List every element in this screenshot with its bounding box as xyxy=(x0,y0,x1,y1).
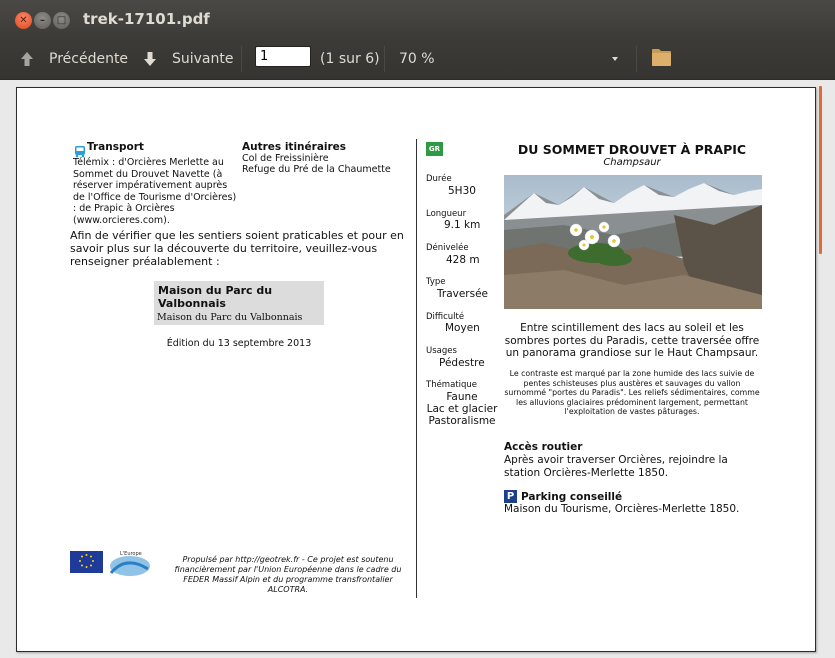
parking-icon: P xyxy=(504,490,517,503)
window-title: trek-17101.pdf xyxy=(83,10,210,28)
gr-badge-icon: GR xyxy=(426,142,443,156)
parking-text: Maison du Tourisme, Orcières-Merlette 18… xyxy=(504,503,740,515)
trek-subtitle: Champsaur xyxy=(603,157,661,168)
difficulty-value: Moyen xyxy=(445,322,480,334)
footer-credits: Propulsé par http://geotrek.fr - Ce proj… xyxy=(174,555,402,594)
road-access-title: Accès routier xyxy=(504,441,583,453)
difficulty-label: Difficulté xyxy=(426,312,465,322)
type-label: Type xyxy=(426,277,446,287)
logo-label: L'Europe xyxy=(120,551,142,557)
trek-title: DU SOMMET DROUVET À PRAPIC xyxy=(517,142,747,157)
scrollbar[interactable] xyxy=(819,86,822,254)
trek-photo xyxy=(504,175,762,309)
page-count: (1 sur 6) xyxy=(320,51,380,67)
zoom-select[interactable]: 70 % xyxy=(399,48,435,70)
theme-value: Faune xyxy=(446,391,478,403)
toolbar-separator xyxy=(241,46,242,72)
parking-title: Parking conseillé xyxy=(521,491,623,503)
usages-label: Usages xyxy=(426,346,457,356)
duration-label: Durée xyxy=(426,174,452,184)
verify-text: Afin de vérifier que les sentiers soient… xyxy=(70,229,404,268)
folder-icon[interactable] xyxy=(651,47,672,67)
road-access-text: Après avoir traverser Orcières, rejoindr… xyxy=(504,454,728,479)
toolbar-separator xyxy=(636,46,637,72)
transport-title: Transport xyxy=(87,141,144,153)
other-routes-title: Autres itinéraires xyxy=(242,141,347,153)
park-house-title: Maison du Parc du Valbonnais xyxy=(158,284,273,310)
arrow-up-icon[interactable] xyxy=(20,51,34,67)
usages-value: Pédestre xyxy=(439,357,485,369)
length-label: Longueur xyxy=(426,209,467,219)
transport-text: Télémix : d'Orcières Merlette au Sommet … xyxy=(73,157,237,226)
toolbar: Précédente Suivante 1 (1 sur 6) 70 % xyxy=(0,38,835,80)
elevation-value: 428 m xyxy=(446,254,480,266)
close-window-button[interactable]: ✕ xyxy=(15,12,32,29)
eu-flag-icon xyxy=(70,551,103,577)
type-value: Traversée xyxy=(437,288,489,300)
next-button[interactable]: Suivante xyxy=(172,48,234,70)
chevron-down-icon[interactable] xyxy=(612,57,618,61)
page-number-input[interactable]: 1 xyxy=(255,46,311,67)
trek-description: Le contraste est marqué par la zone humi… xyxy=(504,369,760,416)
title-bar: ✕ – □ trek-17101.pdf xyxy=(0,0,835,38)
arrow-down-icon[interactable] xyxy=(143,51,157,67)
theme-label: Thématique xyxy=(426,380,478,390)
theme-value: Lac et glacier xyxy=(426,403,498,415)
duration-value: 5H30 xyxy=(448,185,476,197)
other-route-2: Refuge du Pré de la Chaumette xyxy=(242,164,391,175)
elevation-label: Dénivelée xyxy=(426,243,469,253)
edition-date: Édition du 13 septembre 2013 xyxy=(166,338,312,349)
park-house-subtitle: Maison du Parc du Valbonnais xyxy=(157,312,303,323)
minimize-window-button[interactable]: – xyxy=(34,12,51,29)
other-route-1: Col de Freissinière xyxy=(242,153,329,164)
massif-alpin-logo: L'Europe xyxy=(109,551,150,576)
column-divider xyxy=(416,139,417,598)
trek-intro: Entre scintillement des lacs au soleil e… xyxy=(504,322,760,360)
previous-button[interactable]: Précédente xyxy=(49,48,128,70)
toolbar-separator xyxy=(384,46,385,72)
maximize-window-button[interactable]: □ xyxy=(53,12,70,29)
theme-value: Pastoralisme xyxy=(428,415,496,427)
length-value: 9.1 km xyxy=(444,219,481,231)
